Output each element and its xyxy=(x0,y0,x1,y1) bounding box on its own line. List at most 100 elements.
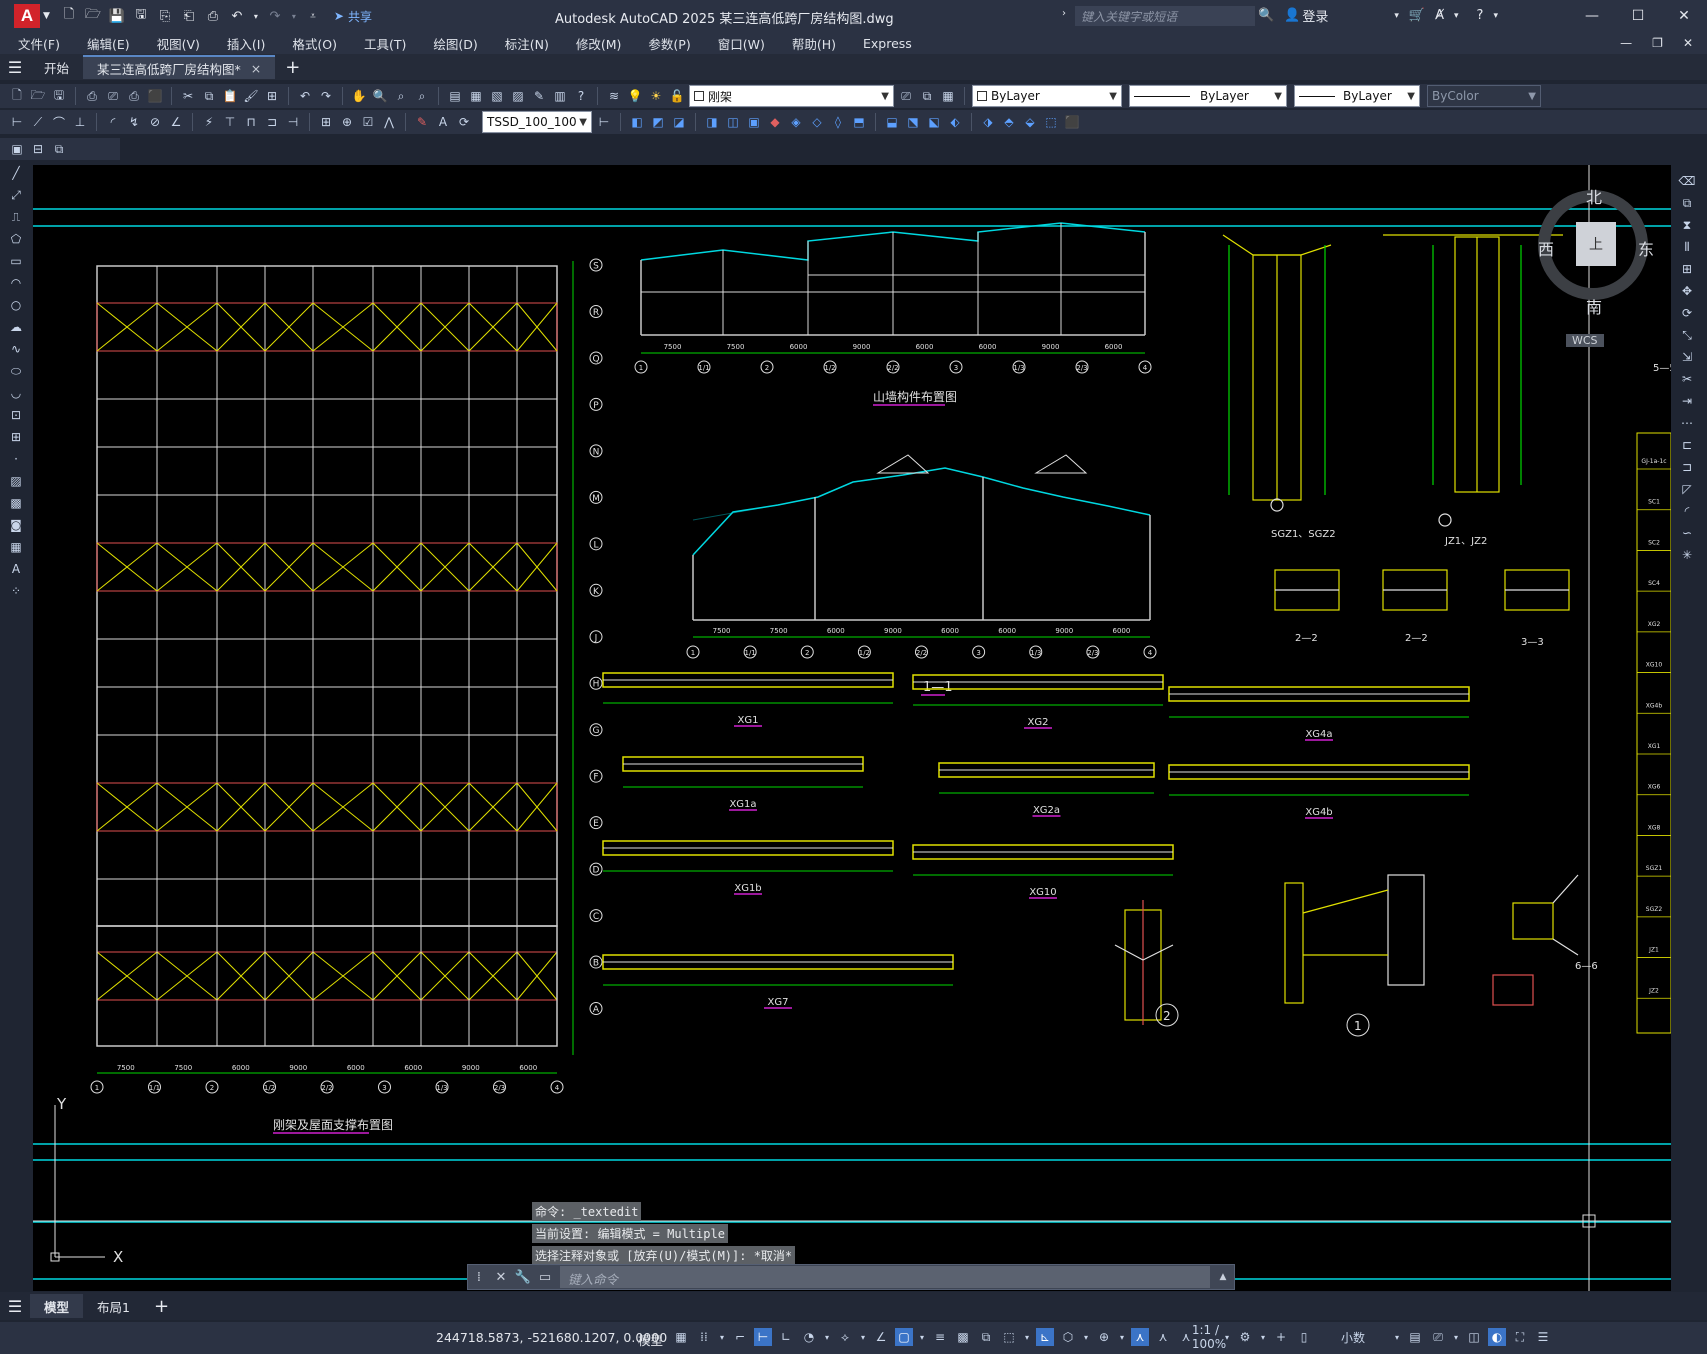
save-as-icon[interactable]: 🖫 xyxy=(132,7,150,25)
taper-faces-icon[interactable]: ⬚ xyxy=(1042,113,1060,131)
menu-help[interactable]: 帮助(H) xyxy=(792,34,836,53)
cart-icon[interactable]: 🛒 xyxy=(1409,8,1425,23)
redo-tool-icon[interactable]: ↷ xyxy=(317,87,335,105)
blend-icon[interactable]: ∽ xyxy=(1678,524,1696,542)
viewcube-west[interactable]: 西 xyxy=(1538,236,1554,260)
section-icon[interactable]: ⬒ xyxy=(850,113,868,131)
dim-style-icon[interactable]: ⊢ xyxy=(595,113,613,131)
move-faces-icon[interactable]: ⬘ xyxy=(1000,113,1018,131)
menu-window[interactable]: 窗口(W) xyxy=(718,34,765,53)
scale-icon[interactable]: ⤡ xyxy=(1678,326,1696,344)
help-search-input[interactable]: 键入关键字或短语 xyxy=(1075,6,1255,26)
layer-previous-icon[interactable]: ⧉ xyxy=(918,87,936,105)
dynamic-ucs-icon[interactable]: ⊾ xyxy=(1036,1328,1054,1346)
units-dropdown-icon[interactable]: ▾ xyxy=(1393,1328,1401,1346)
layer-properties-icon[interactable]: ≋ xyxy=(605,87,623,105)
lock-ui-icon[interactable]: ⎚ xyxy=(1429,1328,1447,1346)
doc-minimize-icon[interactable]: — xyxy=(1620,36,1632,50)
account-dropdown-icon[interactable]: ▾ xyxy=(1454,11,1459,21)
external-ref-icon[interactable]: ⧉ xyxy=(50,140,68,158)
solid-box-icon[interactable]: ◧ xyxy=(628,113,646,131)
erase-icon[interactable]: ⌫ xyxy=(1678,172,1696,190)
isodraft-dropdown-icon[interactable]: ▾ xyxy=(859,1328,867,1346)
cursor-coordinates[interactable]: 244718.5873, -521680.1207, 0.0000 xyxy=(436,1330,667,1345)
make-block-icon[interactable]: ⊞ xyxy=(7,428,25,446)
workspace-dropdown-icon[interactable]: ▾ xyxy=(1259,1328,1267,1346)
polyline-icon[interactable]: ⎍ xyxy=(7,208,25,226)
wcs-menu[interactable]: WCS xyxy=(1566,334,1604,347)
plotstyle-select[interactable]: ByColor ▼ xyxy=(1427,85,1541,107)
grid-icon[interactable]: ▦ xyxy=(672,1328,690,1346)
save-icon[interactable]: 💾 xyxy=(108,7,126,25)
object-snap-dropdown-icon[interactable]: ▾ xyxy=(918,1328,926,1346)
mirror-icon[interactable]: ⧗ xyxy=(1678,216,1696,234)
circle-icon[interactable]: ○ xyxy=(7,296,25,314)
plot-icon[interactable]: ⎙ xyxy=(83,87,101,105)
menu-express[interactable]: Express xyxy=(863,36,912,51)
annotation-monitor-icon[interactable]: + xyxy=(1272,1328,1290,1346)
extrude-faces-icon[interactable]: ⬗ xyxy=(979,113,997,131)
quick-properties-icon[interactable]: ▤ xyxy=(1406,1328,1424,1346)
polygon-icon[interactable]: ⬠ xyxy=(7,230,25,248)
dim-radius-icon[interactable]: ◜ xyxy=(104,113,122,131)
help-dropdown-icon[interactable]: ▾ xyxy=(1493,11,1498,21)
dim-linear-icon[interactable]: ⊢ xyxy=(8,113,26,131)
publish-icon[interactable]: ⎙ xyxy=(125,87,143,105)
copy-faces-icon[interactable]: ⬛ xyxy=(1063,113,1081,131)
selection-filter-icon[interactable]: ⬡ xyxy=(1059,1328,1077,1346)
scale-dropdown-icon[interactable]: ▾ xyxy=(1223,1328,1231,1346)
snap-icon[interactable]: ⁞⁞ xyxy=(695,1328,713,1346)
imprint-icon[interactable]: ⬔ xyxy=(904,113,922,131)
autodesk-account-icon[interactable]: Ⱥ xyxy=(1435,8,1444,23)
dim-continue-icon[interactable]: ⊓ xyxy=(242,113,260,131)
insert-block-icon[interactable]: ▣ xyxy=(8,140,26,158)
offset-icon[interactable]: ⫴ xyxy=(1678,238,1696,256)
drawing-canvas[interactable]: SRQPNMLKJHGFEDCBA 1 1/1 2 1/2 2/2 3 1/3 2/3 4 1 1 1… xyxy=(33,165,1671,1291)
menu-format[interactable]: 格式(O) xyxy=(292,34,337,53)
layer-on-icon[interactable]: 💡 xyxy=(626,87,644,105)
search-expand-icon[interactable]: › xyxy=(1062,8,1066,19)
menu-insert[interactable]: 插入(I) xyxy=(227,34,265,53)
add-selected-icon[interactable]: ⁘ xyxy=(7,582,25,600)
copy-object-icon[interactable]: ⧉ xyxy=(1678,194,1696,212)
table-icon[interactable]: ▦ xyxy=(7,538,25,556)
preview-icon[interactable]: ⎚ xyxy=(104,87,122,105)
tab-close-icon[interactable]: × xyxy=(251,61,261,76)
line-icon[interactable]: ╱ xyxy=(7,164,25,182)
attribute-icon[interactable]: ⊟ xyxy=(29,140,47,158)
dynamic-input-icon[interactable]: ⊢ xyxy=(754,1328,772,1346)
point-icon[interactable]: · xyxy=(7,450,25,468)
zoom-previous-icon[interactable]: ⌕ xyxy=(413,87,431,105)
units-icon[interactable]: ▯ xyxy=(1295,1328,1313,1346)
insert-block-side-icon[interactable]: ⊡ xyxy=(7,406,25,424)
extend-icon[interactable]: ⇥ xyxy=(1678,392,1696,410)
menu-parametric[interactable]: 参数(P) xyxy=(648,34,690,53)
viewcube-east[interactable]: 东 xyxy=(1638,236,1654,260)
inspect-icon[interactable]: ☑ xyxy=(359,113,377,131)
separate-icon[interactable]: ⬕ xyxy=(925,113,943,131)
doc-close-icon[interactable]: ✕ xyxy=(1683,36,1693,50)
hardware-acceleration-icon[interactable]: ◐ xyxy=(1488,1328,1506,1346)
paste-icon[interactable]: 📋 xyxy=(221,87,239,105)
menu-dimension[interactable]: 标注(N) xyxy=(505,34,549,53)
search-icon[interactable]: 🔍 xyxy=(1258,8,1274,23)
web-save-icon[interactable]: ⎗ xyxy=(180,7,198,25)
linetype-select[interactable]: ByLayer ▼ xyxy=(1129,85,1287,107)
calculator-icon[interactable]: ▥ xyxy=(551,87,569,105)
open-icon[interactable]: 🗁 xyxy=(29,87,47,105)
quick-dim-icon[interactable]: ⚡ xyxy=(200,113,218,131)
break-point-icon[interactable]: ⋯ xyxy=(1678,414,1696,432)
dim-style-select[interactable]: TSSD_100_100 ▼ xyxy=(482,111,592,133)
infer-constraints-icon[interactable]: ⌐ xyxy=(731,1328,749,1346)
markup-icon[interactable]: ✎ xyxy=(530,87,548,105)
region-icon[interactable]: ◙ xyxy=(7,516,25,534)
object-snap-tracking-icon[interactable]: ∠ xyxy=(872,1328,890,1346)
undo-icon[interactable]: ↶ xyxy=(228,7,246,25)
customize-qat-icon[interactable]: ⩡ xyxy=(304,7,322,25)
viewcube[interactable]: 上 北 南 西 东 WCS xyxy=(1530,182,1654,347)
tool-palettes-icon[interactable]: ▧ xyxy=(488,87,506,105)
array-icon[interactable]: ⊞ xyxy=(1678,260,1696,278)
help-icon[interactable]: ? xyxy=(1477,8,1484,23)
dim-text-edit-icon[interactable]: A xyxy=(434,113,452,131)
menu-file[interactable]: 文件(F) xyxy=(18,34,60,53)
